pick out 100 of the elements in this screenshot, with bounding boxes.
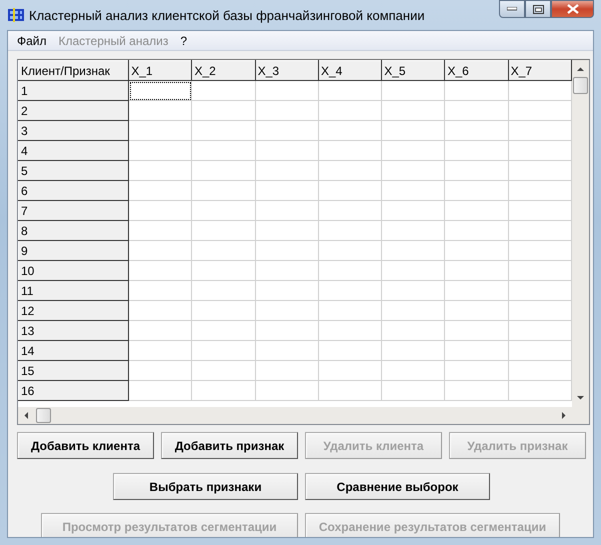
table-cell[interactable]	[192, 80, 256, 100]
table-cell[interactable]	[255, 260, 318, 280]
table-cell[interactable]	[318, 140, 382, 160]
table-cell[interactable]	[192, 120, 256, 140]
column-header[interactable]: X_6	[444, 60, 508, 80]
table-cell[interactable]	[382, 140, 445, 160]
row-header[interactable]: 4	[18, 140, 129, 160]
table-cell[interactable]	[255, 100, 318, 120]
menu-item[interactable]: Файл	[11, 34, 53, 48]
table-cell[interactable]	[255, 320, 318, 340]
table-cell[interactable]	[318, 100, 382, 120]
table-cell[interactable]	[192, 200, 256, 220]
row-header[interactable]: 13	[18, 320, 129, 340]
table-cell[interactable]	[255, 280, 318, 300]
table-cell[interactable]	[255, 340, 318, 360]
scroll-up-icon[interactable]	[576, 65, 585, 74]
row-header[interactable]: 14	[18, 340, 129, 360]
action-button[interactable]: Добавить клиента	[17, 432, 154, 459]
table-cell[interactable]	[382, 80, 445, 100]
horizontal-scrollbar[interactable]	[18, 407, 572, 424]
table-cell[interactable]	[444, 200, 508, 220]
action-button[interactable]: Сравнение выборок	[305, 473, 490, 500]
table-cell[interactable]	[382, 240, 445, 260]
table-cell[interactable]	[318, 80, 382, 100]
table-cell[interactable]	[128, 80, 192, 100]
table-cell[interactable]	[128, 280, 192, 300]
table-cell[interactable]	[382, 120, 445, 140]
table-cell[interactable]	[255, 300, 318, 320]
table-cell[interactable]	[444, 380, 508, 400]
table-cell[interactable]	[128, 100, 192, 120]
table-cell[interactable]	[382, 360, 445, 380]
scroll-right-icon[interactable]	[559, 411, 568, 420]
table-cell[interactable]	[128, 240, 192, 260]
table-cell[interactable]	[192, 180, 256, 200]
table-cell[interactable]	[255, 120, 318, 140]
table-cell[interactable]	[255, 80, 318, 100]
table-cell[interactable]	[128, 300, 192, 320]
row-header[interactable]: 12	[18, 300, 129, 320]
table-cell[interactable]	[444, 260, 508, 280]
row-header[interactable]: 8	[18, 220, 129, 240]
table-cell[interactable]	[128, 120, 192, 140]
table-cell[interactable]	[444, 300, 508, 320]
table-cell[interactable]	[318, 360, 382, 380]
table-cell[interactable]	[382, 320, 445, 340]
table-cell[interactable]	[382, 380, 445, 400]
table-cell[interactable]	[128, 220, 192, 240]
table-cell[interactable]	[444, 80, 508, 100]
scroll-thumb[interactable]	[36, 408, 51, 423]
table-cell[interactable]	[444, 240, 508, 260]
table-cell[interactable]	[382, 220, 445, 240]
row-header[interactable]: 5	[18, 160, 129, 180]
table-cell[interactable]	[318, 120, 382, 140]
table-cell[interactable]	[382, 180, 445, 200]
column-header[interactable]: X_7	[508, 60, 572, 80]
table-cell[interactable]	[318, 260, 382, 280]
column-header[interactable]: X_2	[192, 60, 256, 80]
table-cell[interactable]	[318, 340, 382, 360]
table-cell[interactable]	[382, 280, 445, 300]
row-header[interactable]: 15	[18, 360, 129, 380]
table-cell[interactable]	[255, 380, 318, 400]
table-cell[interactable]	[128, 340, 192, 360]
table-cell[interactable]	[192, 100, 256, 120]
menu-item[interactable]: ?	[174, 34, 194, 48]
table-cell[interactable]	[128, 260, 192, 280]
table-cell[interactable]	[318, 300, 382, 320]
column-header[interactable]: X_5	[382, 60, 445, 80]
table-cell[interactable]	[255, 180, 318, 200]
action-button[interactable]: Выбрать признаки	[113, 473, 298, 500]
table-cell[interactable]	[192, 360, 256, 380]
row-header[interactable]: 3	[18, 120, 129, 140]
scroll-left-icon[interactable]	[22, 411, 31, 420]
table-cell[interactable]	[128, 200, 192, 220]
table-cell[interactable]	[318, 380, 382, 400]
table-cell[interactable]	[318, 320, 382, 340]
table-cell[interactable]	[444, 180, 508, 200]
table-cell[interactable]	[318, 220, 382, 240]
table-cell[interactable]	[128, 380, 192, 400]
table-cell[interactable]	[382, 340, 445, 360]
table-cell[interactable]	[444, 100, 508, 120]
maximize-button[interactable]	[525, 0, 551, 18]
table-cell[interactable]	[444, 140, 508, 160]
table-cell[interactable]	[192, 260, 256, 280]
table-cell[interactable]	[192, 380, 256, 400]
row-header[interactable]: 2	[18, 100, 129, 120]
table-cell[interactable]	[128, 160, 192, 180]
table-cell[interactable]	[382, 200, 445, 220]
table-cell[interactable]	[255, 200, 318, 220]
scroll-thumb[interactable]	[573, 77, 588, 94]
vertical-scrollbar[interactable]	[572, 60, 589, 407]
row-header[interactable]: 1	[18, 80, 129, 100]
table-cell[interactable]	[192, 320, 256, 340]
row-header[interactable]: 11	[18, 280, 129, 300]
table-cell[interactable]	[192, 340, 256, 360]
column-header[interactable]: X_4	[318, 60, 382, 80]
table-cell[interactable]	[128, 360, 192, 380]
table-cell[interactable]	[318, 160, 382, 180]
table-cell[interactable]	[128, 140, 192, 160]
table-cell[interactable]	[382, 260, 445, 280]
table-cell[interactable]	[255, 160, 318, 180]
row-header[interactable]: 6	[18, 180, 129, 200]
